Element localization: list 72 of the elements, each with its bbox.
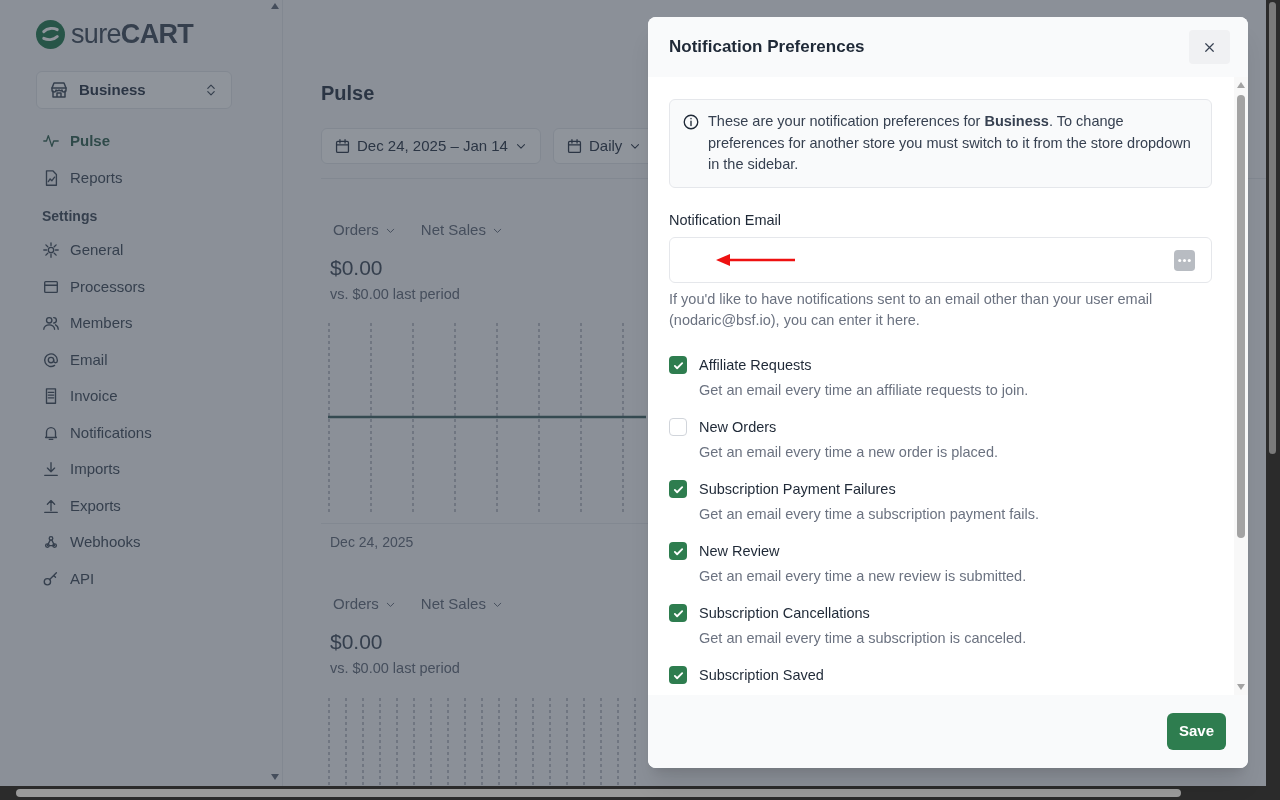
comparison-text: vs. $0.00 last period (330, 284, 460, 304)
option-description: Get an email every time a new review is submitted. (699, 567, 1027, 587)
check-icon (672, 483, 684, 495)
nav-item[interactable]: Invoice (36, 378, 232, 415)
option-label: New Orders (699, 418, 778, 438)
metric-value: $0.00 (330, 628, 383, 655)
checkbox[interactable] (669, 604, 687, 623)
at-sign-icon (42, 350, 60, 369)
option-label: New Review (699, 542, 781, 562)
nav-item[interactable]: Exports (36, 487, 232, 524)
section-heading: Settings (41, 206, 99, 226)
nav-item[interactable]: API (36, 560, 232, 597)
check-icon (672, 545, 684, 557)
check-icon (672, 669, 684, 681)
metric-dropdown[interactable]: Orders (333, 219, 397, 242)
nav-item[interactable]: Reports (36, 159, 232, 196)
metric-dropdown[interactable]: Orders (333, 593, 397, 616)
metric-dropdown[interactable]: Net Sales (420, 593, 504, 616)
option-label: Affiliate Requests (699, 356, 813, 376)
settings-icon (42, 241, 60, 260)
nav-item[interactable]: Processors (36, 268, 232, 305)
users-icon (42, 314, 60, 333)
logo-icon (36, 20, 65, 49)
checkbox[interactable] (669, 542, 687, 561)
store-icon (49, 80, 69, 100)
option-description: Get an email every time a subscription payment fails. (699, 505, 1040, 525)
email-field[interactable] (669, 237, 1212, 284)
date-range-picker[interactable]: Dec 24, 2025 – Jan 14 (321, 128, 541, 164)
option-description: Get an email every time a subscription is canceled. (699, 629, 1027, 649)
option-description: Get an email every time a new order is placed. (699, 443, 998, 463)
nav-item[interactable]: Pulse (36, 123, 232, 160)
scrollbar-thumb[interactable] (1237, 95, 1245, 538)
checkbox[interactable] (669, 418, 687, 437)
comparison-text: vs. $0.00 last period (330, 658, 460, 678)
scrollbar-thumb[interactable] (16, 789, 1181, 797)
nav-item[interactable]: Email (36, 341, 232, 378)
logo-wordmark: sureCART (71, 21, 194, 48)
store-switcher[interactable]: Business (36, 71, 232, 109)
notice-text: These are your notification preferences for Business. To change preferences for another store you must switch to it from the store dropdown in the sidebar. (708, 112, 1192, 174)
info-icon (682, 113, 700, 131)
save-button[interactable]: Save (1166, 713, 1226, 750)
scrollbar-thumb[interactable] (1269, 2, 1276, 454)
nav-item[interactable]: Members (36, 305, 232, 342)
metric-value: $0.00 (330, 254, 383, 281)
download-icon (42, 460, 60, 479)
field-label: Notification Email (669, 210, 782, 230)
nav-item[interactable]: General (36, 232, 232, 269)
metric-dropdown[interactable]: Net Sales (420, 219, 504, 242)
option-description: Get an email every time an affiliate requests to join. (699, 381, 1029, 401)
scroll-up-arrow[interactable] (270, 2, 282, 12)
key-icon (42, 569, 60, 588)
scroll-up-arrow[interactable] (1236, 81, 1246, 89)
nav-item[interactable]: Notifications (36, 414, 232, 451)
page-title: Pulse (321, 81, 375, 106)
option-label: Subscription Saved (699, 666, 824, 686)
nav-item[interactable]: Imports (36, 451, 232, 488)
scroll-down-arrow[interactable] (1236, 683, 1246, 691)
check-icon (672, 607, 684, 619)
modal-title: Notification Preferences (669, 36, 865, 59)
axis-label: Dec 24, 2025 (330, 533, 414, 553)
calendar-icon (565, 137, 583, 155)
calendar-icon (334, 137, 351, 155)
option-label: Subscription Payment Failures (699, 480, 897, 500)
password-manager-icon[interactable] (1174, 249, 1195, 271)
checkbox[interactable] (669, 666, 687, 685)
close-button[interactable] (1189, 30, 1230, 64)
nav-item[interactable]: Webhooks (36, 524, 232, 561)
checkbox[interactable] (669, 480, 687, 499)
check-icon (672, 359, 684, 371)
option-label: Subscription Cancellations (699, 604, 871, 624)
checkbox[interactable] (669, 356, 687, 375)
help-text: If you'd like to have notifications sent to an email other than your user email (nodaric@bsf.io), you can enter it here. (669, 290, 1154, 331)
